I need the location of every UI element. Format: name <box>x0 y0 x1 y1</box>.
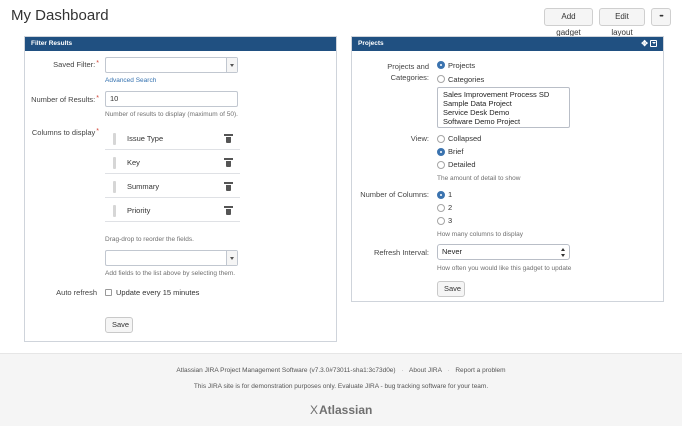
atlassian-logo-icon: X <box>310 403 319 417</box>
view-help: The amount of detail to show <box>437 175 521 182</box>
radio-categories-label: Categories <box>448 75 485 84</box>
add-fields-help: Add fields to the list above by selectin… <box>105 270 236 277</box>
drag-handle-icon[interactable] <box>113 133 116 145</box>
list-item[interactable]: Service Desk Demo <box>438 108 569 117</box>
trash-icon[interactable] <box>224 206 233 215</box>
select-arrows-icon <box>561 248 566 257</box>
chevron-down-icon[interactable] <box>226 251 237 265</box>
edit-layout-button[interactable]: Edit layout <box>599 8 645 37</box>
saved-filter-picker[interactable] <box>105 57 238 73</box>
projects-listbox[interactable]: Sales Improvement Process SD Sample Data… <box>437 87 570 128</box>
column-item-key[interactable]: Key <box>105 152 240 174</box>
required-mark: * <box>96 60 99 67</box>
radio-projects[interactable] <box>437 61 445 69</box>
filter-results-gadget: Filter Results Saved Filter:* Advanced S… <box>24 36 337 342</box>
refresh-interval-label: Refresh Interval: <box>373 248 429 257</box>
view-label: View: <box>410 134 429 143</box>
list-item[interactable]: Sales Improvement Process SD <box>438 90 569 99</box>
gadget-header: Filter Results <box>25 37 336 51</box>
column-name: Summary <box>127 182 160 191</box>
radio-collapsed-label: Collapsed <box>448 134 482 143</box>
footer-links: Atlassian JIRA Project Management Softwa… <box>0 367 682 374</box>
dropdown-menu-icon[interactable] <box>650 40 657 47</box>
number-of-results-help: Number of results to display (maximum of… <box>105 111 238 118</box>
radio-brief[interactable] <box>437 148 445 156</box>
drag-handle-icon[interactable] <box>113 157 116 169</box>
auto-refresh-checkbox[interactable] <box>105 289 112 296</box>
radio-brief-label: Brief <box>448 147 464 156</box>
drag-handle-icon[interactable] <box>113 181 116 193</box>
save-button[interactable]: Save <box>437 281 465 297</box>
number-of-results-label: Number of Results:* <box>31 95 99 104</box>
footer-notice: This JIRA site is for demonstration purp… <box>193 383 489 390</box>
radio-detailed[interactable] <box>437 161 445 169</box>
add-gadget-button[interactable]: Add gadget <box>544 8 593 37</box>
column-name: Priority <box>127 206 151 215</box>
radio-columns-3[interactable] <box>437 217 445 225</box>
save-button[interactable]: Save <box>105 317 133 333</box>
more-actions-button[interactable]: ••• <box>651 8 671 26</box>
projects-categories-label: Projects and Categories: <box>387 62 429 82</box>
radio-collapsed[interactable] <box>437 135 445 143</box>
product-version: Atlassian JIRA Project Management Softwa… <box>176 367 396 374</box>
column-name: Issue Type <box>127 134 164 143</box>
footer-separator: · <box>447 367 450 374</box>
atlassian-logo[interactable]: XAtlassian <box>310 403 372 417</box>
saved-filter-label: Saved Filter:* <box>53 60 99 69</box>
list-item[interactable]: Software Demo Project <box>438 117 569 126</box>
column-item-issue-type[interactable]: Issue Type <box>105 128 240 150</box>
radio-columns-2[interactable] <box>437 204 445 212</box>
chevron-down-icon[interactable] <box>226 58 237 72</box>
advanced-search-link[interactable]: Advanced Search <box>105 77 156 84</box>
trash-icon[interactable] <box>224 182 233 191</box>
gadget-header-icons: ✥ <box>639 39 657 49</box>
about-jira-link[interactable]: About JIRA <box>409 367 442 374</box>
radio-columns-3-label: 3 <box>448 216 453 225</box>
radio-categories[interactable] <box>437 75 445 83</box>
projects-gadget: Projects ✥ Projects and Categories: Proj… <box>351 36 664 302</box>
add-field-picker[interactable] <box>105 250 238 266</box>
number-of-results-input[interactable]: 10 <box>105 91 238 107</box>
radio-detailed-label: Detailed <box>448 160 476 169</box>
radio-columns-1[interactable] <box>437 191 445 199</box>
number-of-columns-help: How many columns to display <box>437 231 523 238</box>
columns-list: Issue Type Key Summary Priority <box>105 128 240 224</box>
gadget-header: Projects ✥ <box>352 37 663 51</box>
footer: Atlassian JIRA Project Management Softwa… <box>0 353 682 426</box>
column-item-summary[interactable]: Summary <box>105 176 240 198</box>
atlassian-logo-text: Atlassian <box>319 403 373 417</box>
columns-to-display-label: Columns to display* <box>31 128 99 137</box>
report-problem-link[interactable]: Report a problem <box>455 367 505 374</box>
footer-separator: · <box>401 367 404 374</box>
radio-columns-2-label: 2 <box>448 203 453 212</box>
trash-icon[interactable] <box>224 158 233 167</box>
auto-refresh-option-label: Update every 15 minutes <box>116 288 200 297</box>
column-item-priority[interactable]: Priority <box>105 200 240 222</box>
list-item[interactable]: Sample Data Project <box>438 99 569 108</box>
gadget-title: Filter Results <box>31 40 73 47</box>
radio-projects-label: Projects <box>448 61 476 70</box>
drag-handle-icon[interactable] <box>113 205 116 217</box>
move-icon[interactable]: ✥ <box>641 39 648 49</box>
trash-icon[interactable] <box>224 134 233 143</box>
refresh-interval-help: How often you would like this gadget to … <box>437 265 572 272</box>
column-name: Key <box>127 158 140 167</box>
gadget-title: Projects <box>358 40 384 47</box>
reorder-help: Drag-drop to reorder the fields. <box>105 236 194 243</box>
auto-refresh-label: Auto refresh <box>56 288 97 297</box>
radio-columns-1-label: 1 <box>448 190 453 199</box>
number-of-columns-label: Number of Columns: <box>360 190 429 199</box>
required-mark: * <box>96 95 99 102</box>
required-mark: * <box>96 128 99 135</box>
refresh-interval-select[interactable]: Never <box>437 244 570 260</box>
page-title: My Dashboard <box>11 7 109 24</box>
